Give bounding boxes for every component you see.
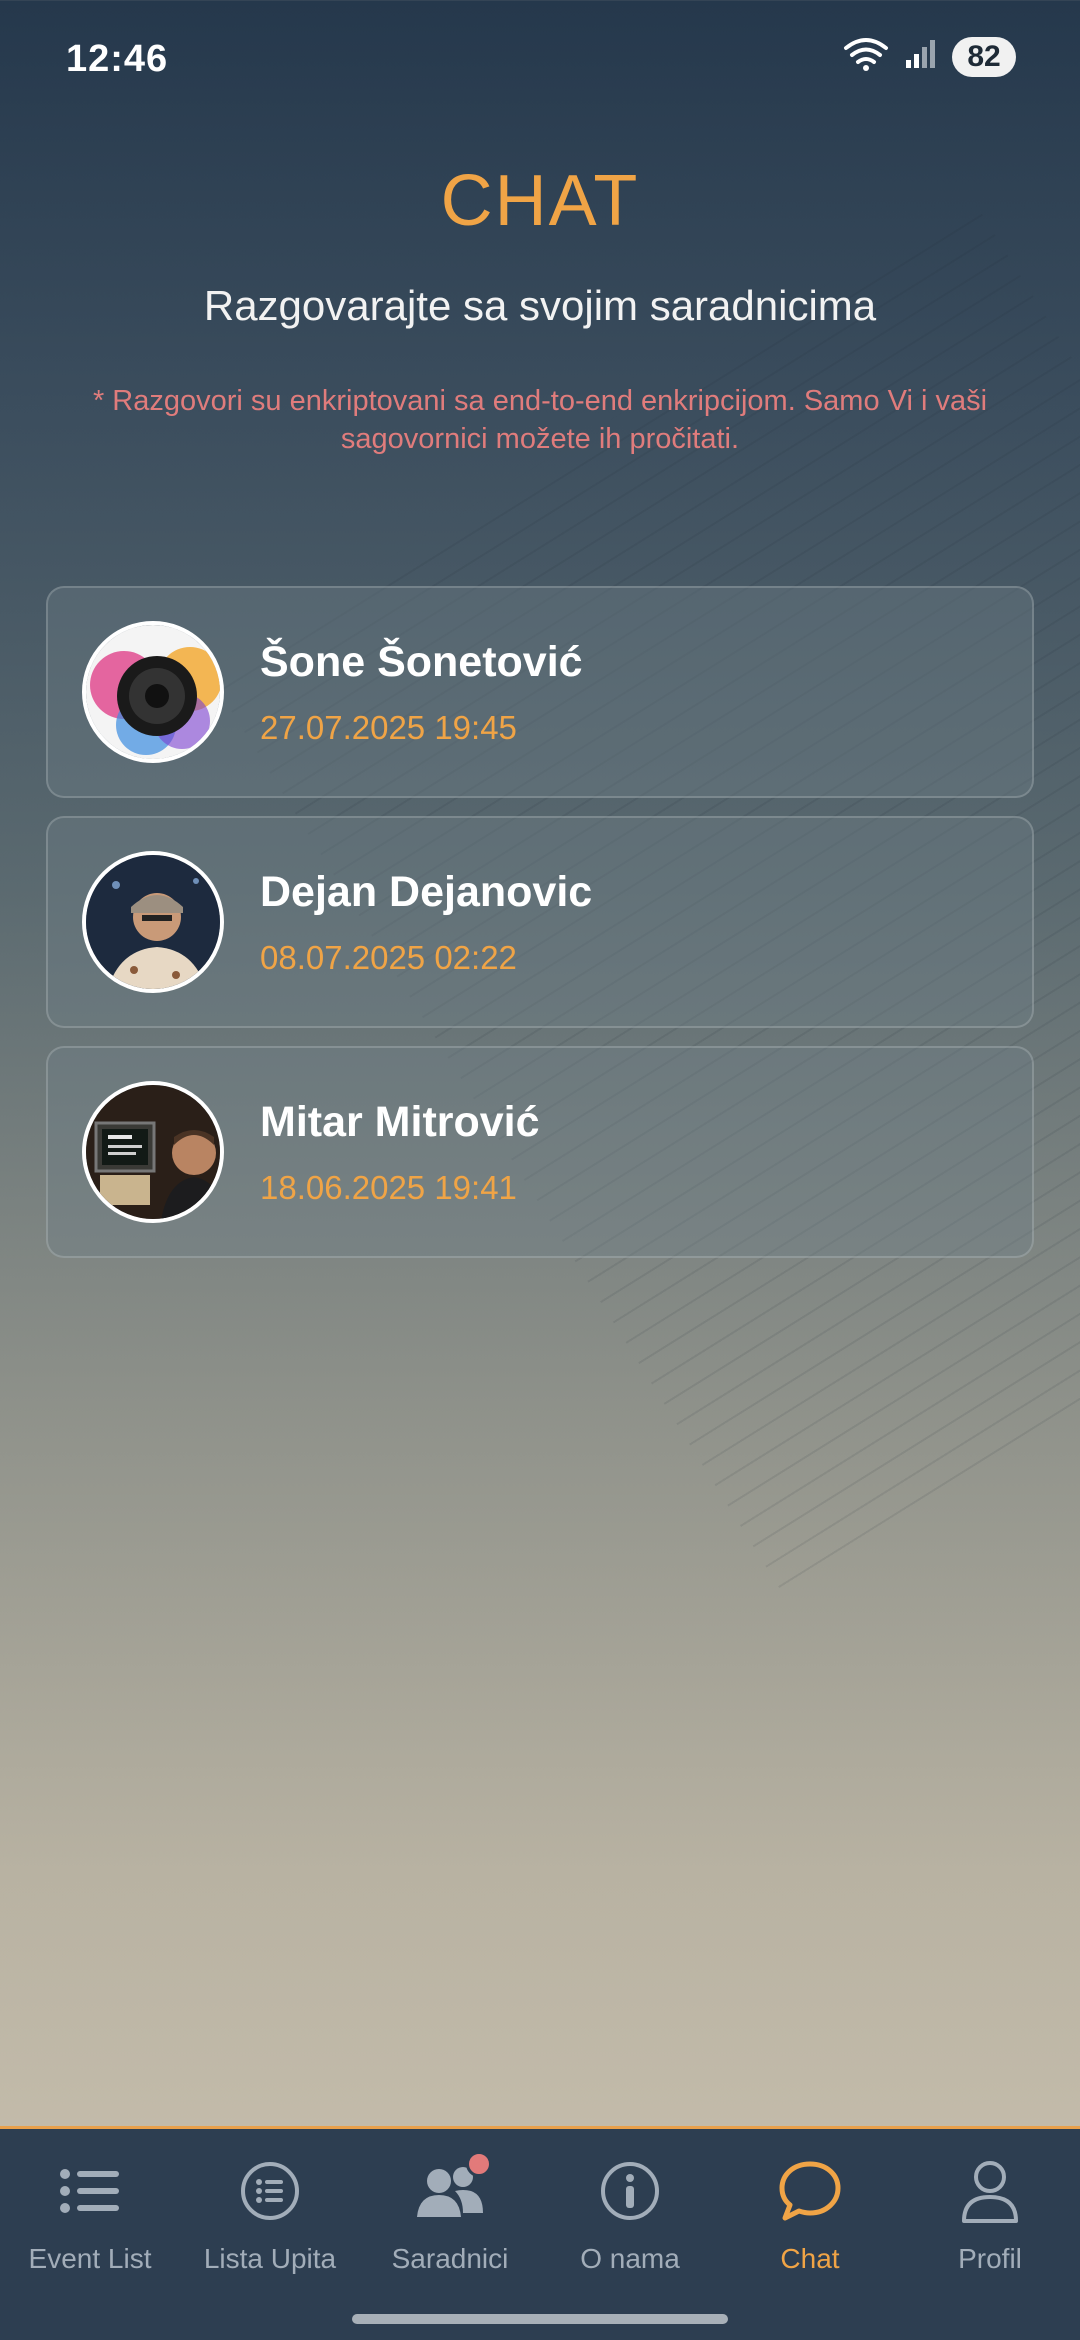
chat-name: Mitar Mitrović [260, 1097, 540, 1146]
nav-item-chat[interactable]: Chat [720, 2129, 900, 2309]
chat-item[interactable]: Mitar Mitrović 18.06.2025 19:41 [46, 1046, 1034, 1258]
nav-item-o-nama[interactable]: O nama [540, 2129, 720, 2309]
page-subtitle: Razgovarajte sa svojim saradnicima [203, 282, 877, 329]
encryption-notice: * Razgovori su enkriptovani sa end-to-en… [92, 385, 988, 455]
nav-label: Event List [28, 2243, 152, 2274]
nav-item-profil[interactable]: Profil [900, 2129, 1080, 2309]
nav-label: Chat [780, 2243, 840, 2274]
signal-icon [904, 38, 938, 75]
chat-list: Šone Šonetović 27.07.2025 19:45 Dejan De… [46, 586, 1034, 1276]
bottom-navigation: Event List Lista Upita Saradnici O nama … [0, 2126, 1080, 2340]
chat-item[interactable]: Dejan Dejanovic 08.07.2025 02:22 [46, 816, 1034, 1028]
speaker-avatar [82, 621, 224, 763]
chat-date: 18.06.2025 19:41 [260, 1168, 517, 1206]
list-icon [59, 2155, 121, 2227]
list-circle-icon [240, 2155, 300, 2227]
battery-indicator: 82 [952, 36, 1016, 77]
nav-label: Lista Upita [203, 2243, 337, 2274]
nav-label: Profil [958, 2243, 1022, 2274]
page-title: CHAT [440, 161, 640, 241]
user-icon [960, 2155, 1020, 2227]
chat-name: Šone Šonetović [260, 637, 583, 686]
chat-date: 08.07.2025 02:22 [260, 938, 517, 976]
status-icons: 82 [842, 36, 1016, 77]
status-time: 12:46 [66, 38, 169, 80]
info-icon [600, 2155, 660, 2227]
nav-label: Saradnici [391, 2243, 509, 2274]
nav-item-lista-upita[interactable]: Lista Upita [180, 2129, 360, 2309]
status-bar: 12:46 82 [0, 0, 1080, 120]
nav-label: O nama [580, 2243, 680, 2274]
wifi-icon [842, 36, 890, 77]
nav-item-saradnici[interactable]: Saradnici [360, 2129, 540, 2309]
chat-name: Dejan Dejanovic [260, 867, 593, 916]
notification-badge-dot [466, 2151, 492, 2177]
chat-item[interactable]: Šone Šonetović 27.07.2025 19:45 [46, 586, 1034, 798]
nav-item-event-list[interactable]: Event List [0, 2129, 180, 2309]
man-with-computer-avatar [82, 1081, 224, 1223]
man-with-cap-avatar [82, 851, 224, 993]
home-indicator[interactable] [352, 2314, 728, 2324]
chat-date: 27.07.2025 19:45 [260, 708, 517, 746]
chat-bubble-icon [777, 2155, 843, 2227]
